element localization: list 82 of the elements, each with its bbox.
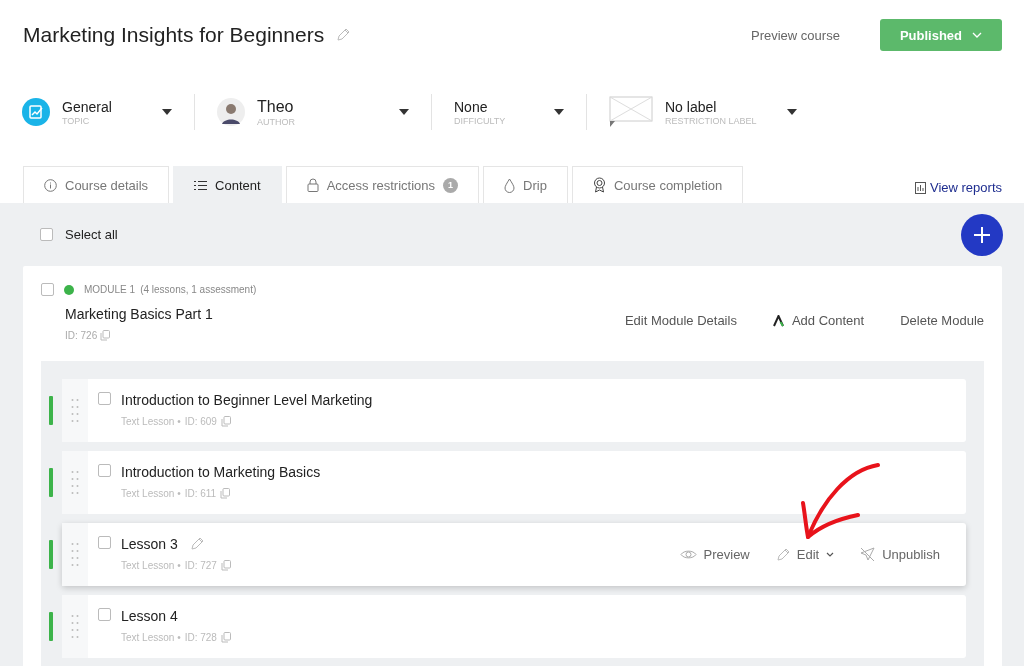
copy-icon[interactable] [220,632,231,643]
lesson-id: ID: 727 [184,560,217,571]
add-module-button[interactable]: Add Content [772,313,865,328]
tab[interactable]: Course completion [571,166,744,203]
label-value[interactable]: No label [665,98,757,115]
lesson-id: ID: 728 [184,632,217,643]
drag-handle-icon[interactable] [71,541,79,568]
info-icon [44,178,57,192]
lesson-card[interactable]: Introduction to Beginner Level Marketing Text Lesson • ID: 609 [62,379,966,442]
checkbox[interactable] [98,608,111,621]
author-caption: AUTHOR [257,116,296,127]
tab[interactable]: Access restrictions 1 [285,166,480,203]
difficulty-caption: DIFFICULTY [454,115,507,126]
difficulty-value[interactable]: None [454,98,524,115]
lesson-type: Text Lesson • [121,416,181,427]
add-button[interactable] [961,213,1003,256]
plus-icon [973,225,991,244]
lesson-title: Introduction to Beginner Level Marketing [121,392,373,408]
lesson-type: Text Lesson • [121,632,181,643]
lesson-card[interactable]: Introduction to Marketing Basics Text Lesson • ID: 611 [62,451,966,514]
label-placeholder-icon [609,96,653,128]
preview-button[interactable]: Preview [679,547,750,562]
drag-handle-icon[interactable] [71,397,79,424]
copy-icon[interactable] [100,330,111,341]
pencil-icon[interactable] [336,28,351,42]
edit-button[interactable]: Edit [775,547,835,562]
checkbox[interactable] [40,228,53,241]
copy-icon[interactable] [220,560,231,571]
topic-caption: TOPIC [62,115,91,126]
lesson-type: Text Lesson • [121,488,181,499]
tab[interactable]: Drip [483,166,568,203]
caret-icon [786,109,797,115]
tab[interactable]: Course details [23,166,170,203]
topic-icon [22,98,50,126]
drag-handle-icon[interactable] [71,469,79,496]
unpublish-button[interactable]: Unpublish [860,547,940,562]
lesson-type: Text Lesson • [121,560,181,571]
pencil-icon[interactable] [775,547,790,562]
author-value[interactable]: Theo [257,97,327,116]
caret-icon [399,109,409,115]
chevron-icon [826,552,835,557]
module-summary: (4 lessons, 1 assessment) [140,284,257,295]
report-icon [915,181,926,194]
copy-icon[interactable] [220,416,231,427]
lesson-id: ID: 611 [184,488,217,499]
edit-module-button[interactable]: Edit Module Details [624,313,737,328]
delete-module-button[interactable]: Delete Module [900,313,984,328]
lesson-title: Lesson 4 [121,608,178,624]
checkbox[interactable] [98,536,111,549]
lesson-card[interactable]: Lesson 3 Text Lesson • ID: 727 Preview Edit Unpublish [62,523,966,586]
lesson-id: ID: 609 [184,416,217,427]
preview-course-link[interactable]: Preview course [751,27,840,43]
pencil-icon[interactable] [189,537,204,551]
lesson-card[interactable]: Lesson 4 Text Lesson • ID: 728 [62,595,966,658]
module-title: Marketing Basics Part 1 [65,306,213,322]
lesson-title: Lesson 3 [121,536,178,552]
label-caption: RESTRICTION LABEL [665,115,757,126]
award-icon [592,177,606,193]
list-icon [194,179,208,191]
lesson-title: Introduction to Marketing Basics [121,464,321,480]
module-heading: MODULE 1 [84,284,136,295]
select-all-label: Select all [65,227,118,242]
chevron-icon [972,32,982,38]
caret-icon [162,109,172,115]
checkbox[interactable] [98,464,111,477]
checkbox[interactable] [98,392,111,405]
tab[interactable]: Content [173,166,282,203]
view-reports-link[interactable]: View reports [915,180,1002,195]
add-content-icon [772,314,784,327]
caret-icon [554,109,564,115]
crossed-plane-icon [860,547,876,562]
count-badge: 1 [443,177,459,193]
course-title: Marketing Insights for Beginners [23,23,325,47]
copy-icon[interactable] [220,488,231,499]
module-id: ID: 726 [65,330,98,341]
checkbox[interactable] [41,283,54,296]
drag-handle-icon[interactable] [71,613,79,640]
topic-value[interactable]: General [62,98,132,115]
lock-icon [306,178,319,192]
drop-icon [504,177,516,193]
eye-icon [679,549,697,560]
avatar-icon [217,98,245,126]
